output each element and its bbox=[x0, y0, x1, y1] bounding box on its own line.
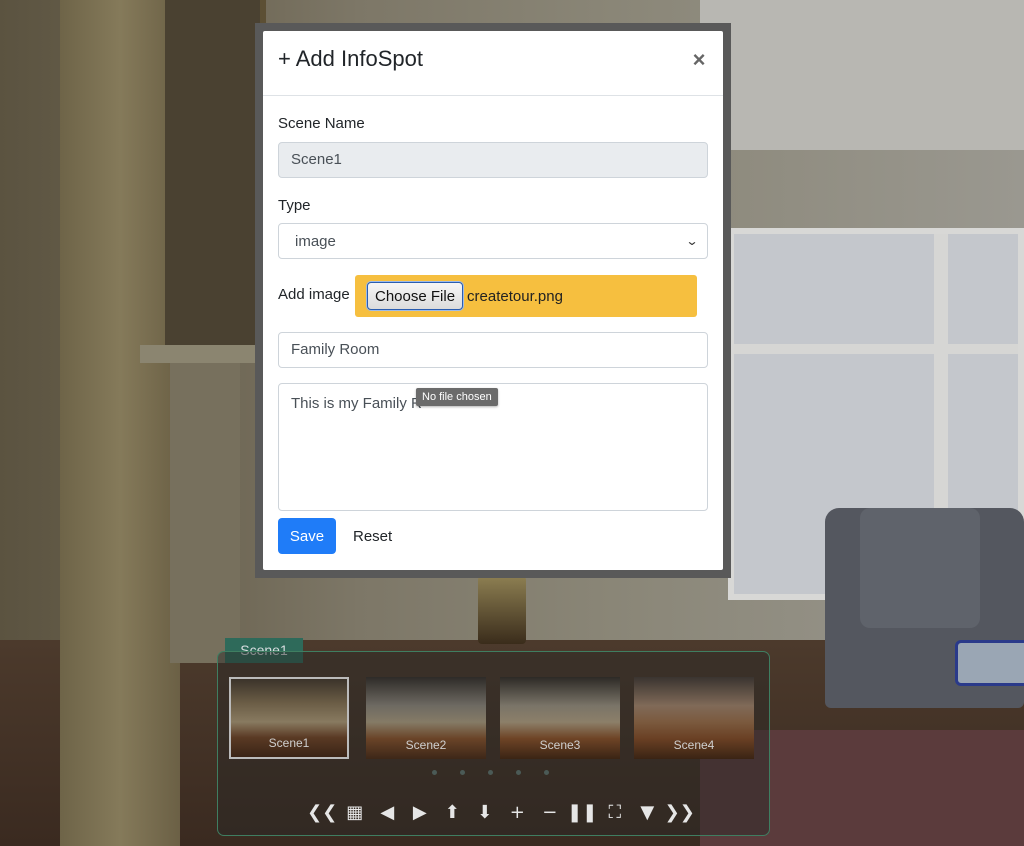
page-dot[interactable] bbox=[516, 770, 521, 775]
panorama-lamp bbox=[478, 576, 526, 644]
zoom-in-icon[interactable]: + bbox=[501, 800, 534, 824]
file-input[interactable]: Choose File createtour.png bbox=[355, 275, 697, 317]
left-icon[interactable]: ◀ bbox=[371, 800, 404, 824]
up-icon[interactable]: ⬆ bbox=[436, 800, 469, 824]
panorama-side-table bbox=[955, 640, 1024, 686]
panorama-mantle-leg bbox=[170, 363, 240, 663]
down-icon[interactable]: ⬇ bbox=[469, 800, 502, 824]
window-mullion-horizontal bbox=[734, 344, 1018, 354]
scene-thumbnail[interactable]: Scene1 bbox=[229, 677, 349, 759]
panorama-ceiling bbox=[700, 0, 1024, 150]
page-dot[interactable] bbox=[460, 770, 465, 775]
viewer-controls: ❮❮ ▦ ◀ ▶ ⬆ ⬇ + − ❚❚ ⛶ ▼ ❯❯ bbox=[306, 800, 696, 824]
add-image-label: Add image bbox=[278, 286, 350, 303]
file-tooltip: No file chosen bbox=[416, 388, 498, 406]
page-dots bbox=[432, 770, 549, 775]
modal-title: + Add InfoSpot bbox=[278, 46, 423, 71]
pause-icon[interactable]: ❚❚ bbox=[566, 800, 599, 824]
reset-button[interactable]: Reset bbox=[347, 518, 398, 554]
zoom-out-icon[interactable]: − bbox=[534, 800, 567, 824]
selected-file-name: createtour.png bbox=[467, 287, 563, 305]
chevron-down-icon: ⌄ bbox=[685, 234, 699, 248]
add-infospot-modal: + Add InfoSpot × Scene Name Scene1 Type … bbox=[263, 31, 723, 570]
scene-name-label: Scene Name bbox=[278, 115, 365, 132]
choose-file-button[interactable]: Choose File bbox=[367, 282, 464, 310]
scene-thumbnail[interactable]: Scene4 bbox=[634, 677, 754, 759]
armchair-back bbox=[860, 508, 980, 628]
page-dot[interactable] bbox=[488, 770, 493, 775]
right-icon[interactable]: ▶ bbox=[404, 800, 437, 824]
toggle-bar-icon[interactable]: ▼ bbox=[631, 800, 664, 824]
type-select-value: image bbox=[295, 232, 336, 250]
scene-thumbnail-label: Scene1 bbox=[268, 736, 310, 750]
scene-thumbnail-label: Scene3 bbox=[539, 738, 581, 752]
panorama-mantle bbox=[140, 345, 265, 363]
grid-icon[interactable]: ▦ bbox=[339, 800, 372, 824]
type-label: Type bbox=[278, 197, 311, 214]
close-icon[interactable]: × bbox=[689, 48, 709, 72]
prev-page-icon[interactable]: ❮❮ bbox=[306, 800, 339, 824]
scene-thumbnail-panel: Scene1 Scene2 Scene3 Scene4 ❮❮ ▦ ◀ ▶ ⬆ ⬇ + − ❚❚ ⛶… bbox=[217, 651, 770, 836]
fullscreen-icon[interactable]: ⛶ bbox=[599, 800, 632, 824]
next-page-icon[interactable]: ❯❯ bbox=[664, 800, 697, 824]
save-button[interactable]: Save bbox=[278, 518, 336, 554]
panorama-column bbox=[60, 0, 180, 846]
scene-name-field[interactable]: Scene1 bbox=[278, 142, 708, 178]
scene-thumbnail-label: Scene4 bbox=[673, 738, 715, 752]
page-dot[interactable] bbox=[432, 770, 437, 775]
page-dot[interactable] bbox=[544, 770, 549, 775]
panorama-picture-frame bbox=[165, 0, 266, 350]
infospot-title-input[interactable]: Family Room bbox=[278, 332, 708, 368]
type-select[interactable]: image ⌄ bbox=[278, 223, 708, 259]
scene-thumbnail-label: Scene2 bbox=[405, 738, 447, 752]
modal-header: + Add InfoSpot × bbox=[263, 31, 723, 96]
scene-thumbnail[interactable]: Scene3 bbox=[500, 677, 620, 759]
scene-thumbnail[interactable]: Scene2 bbox=[366, 677, 486, 759]
